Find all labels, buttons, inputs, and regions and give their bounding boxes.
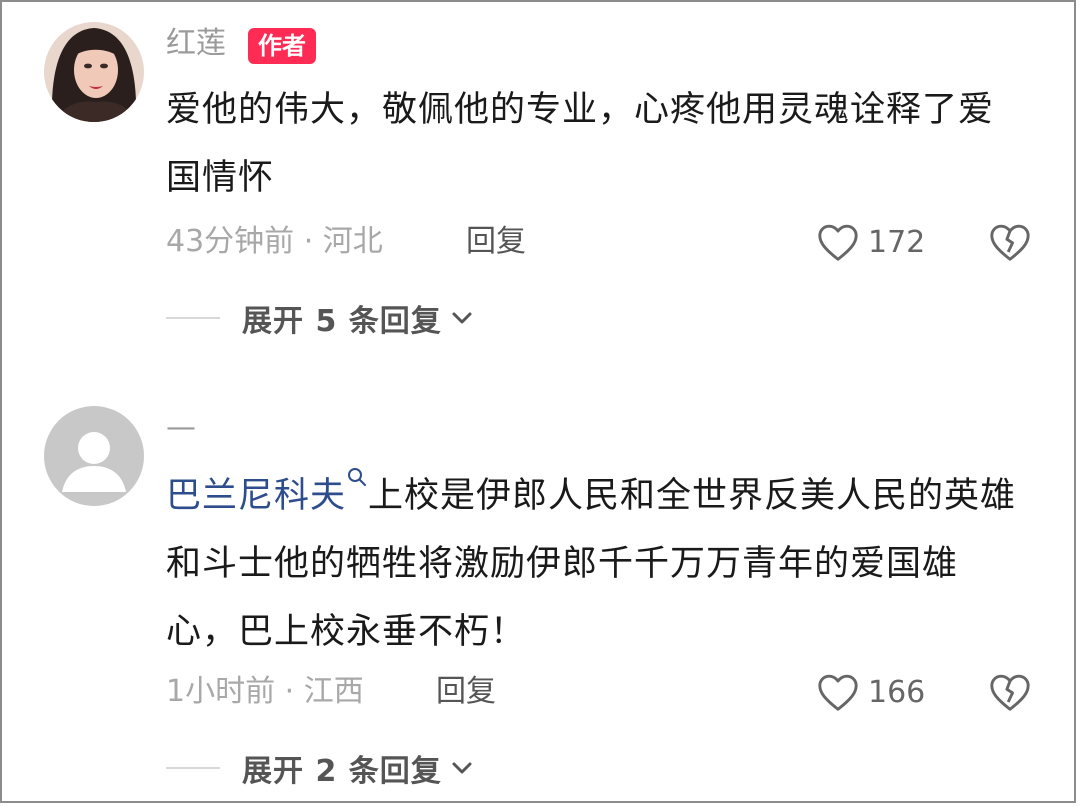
dislike-button[interactable] (988, 672, 1032, 716)
heart-outline-icon (818, 224, 858, 261)
broken-heart-icon (990, 674, 1030, 711)
avatar[interactable] (44, 22, 144, 122)
comment-meta: 43分钟前 · 河北 (166, 224, 383, 259)
expand-replies-button[interactable]: 展开 5 条回复 (166, 298, 474, 339)
like-count: 166 (868, 674, 926, 710)
reply-button[interactable]: 回复 (466, 222, 526, 262)
comment-text: 巴兰尼科夫 上校是伊郎人民和全世界反美人民的英雄和斗士他的牺牲将激励伊郎千千万万青… (166, 462, 1026, 666)
comment-meta: 1小时前 · 江西 (166, 674, 364, 709)
divider-line (166, 767, 220, 769)
comment-text: 爱他的伟大，敬佩他的专业，心疼他用灵魂诠释了爱国情怀 (166, 90, 995, 198)
avatar[interactable] (44, 406, 144, 506)
like-button[interactable]: 166 (816, 670, 925, 714)
divider-line (166, 317, 220, 319)
username[interactable]: 红莲 (166, 24, 226, 64)
like-button[interactable]: 172 (816, 220, 925, 264)
username[interactable]: — (166, 408, 196, 448)
broken-heart-icon (990, 224, 1030, 261)
expand-replies-label: 展开 5 条回复 (242, 304, 442, 339)
reply-button[interactable]: 回复 (436, 672, 496, 712)
mention-link[interactable]: 巴兰尼科夫 (166, 468, 368, 516)
like-count: 172 (868, 224, 926, 260)
expand-replies-label: 展开 2 条回复 (242, 754, 442, 789)
dislike-button[interactable] (988, 222, 1032, 266)
chevron-down-icon (452, 762, 472, 774)
author-badge: 作者 (248, 28, 316, 64)
chevron-down-icon (452, 312, 472, 324)
heart-outline-icon (818, 674, 858, 711)
expand-replies-button[interactable]: 展开 2 条回复 (166, 748, 474, 789)
search-icon (348, 468, 367, 486)
